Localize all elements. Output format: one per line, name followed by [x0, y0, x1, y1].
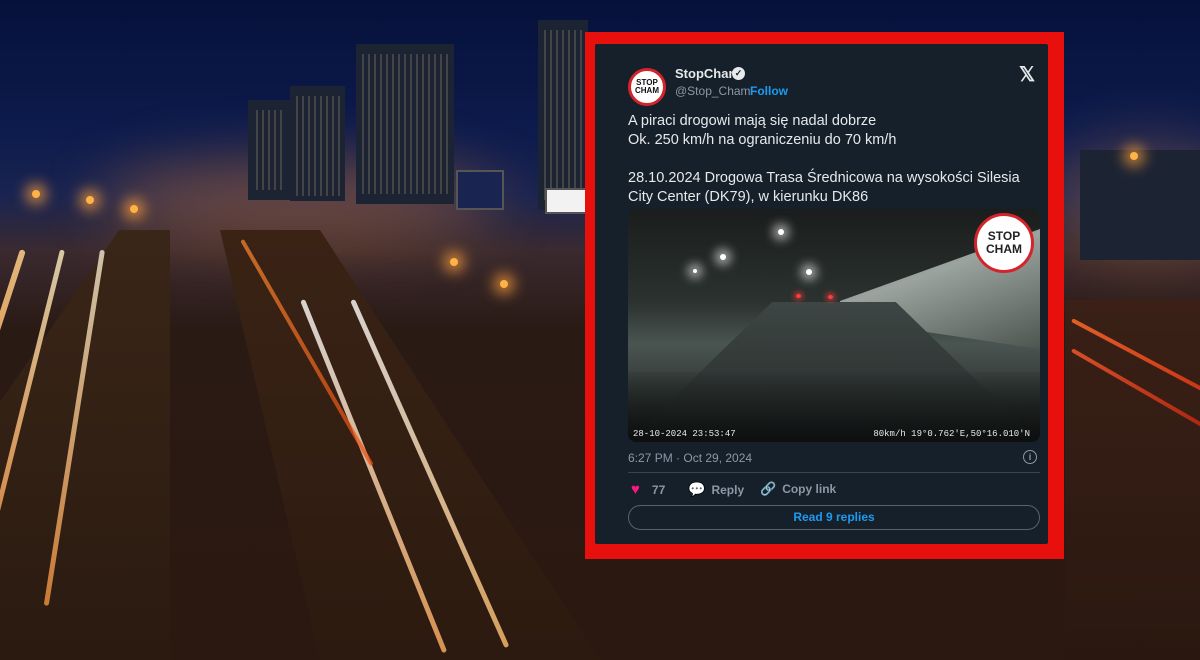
highway — [220, 230, 600, 660]
highway — [0, 230, 170, 660]
read-replies-button[interactable]: Read 9 replies — [628, 505, 1040, 530]
avatar[interactable]: STOP CHAM — [628, 68, 666, 106]
video-timestamp: 28-10-2024 23:53:47 — [633, 429, 736, 439]
tweet-video[interactable]: STOP CHAM 28-10-2024 23:53:47 80km/h 19°… — [628, 209, 1040, 442]
video-speed-coordinates: 80km/h 19°0.762'E,50°16.010'N — [873, 429, 1030, 439]
billboard — [456, 170, 504, 210]
reply-icon: 💬 — [688, 481, 706, 497]
author-handle[interactable]: @Stop_Cham · — [675, 84, 758, 98]
tweet-text: A piraci drogowi mają się nadal dobrze O… — [628, 113, 1020, 205]
video-watermark-logo: STOP CHAM — [974, 213, 1034, 273]
highlight-frame: STOP CHAM StopCham ✓ @Stop_Cham · Follow… — [585, 32, 1064, 559]
x-logo-icon[interactable]: 𝕏 — [1019, 62, 1035, 87]
avatar-logo-text: STOP CHAM — [635, 78, 659, 95]
tweet-timestamp[interactable]: 6:27 PM · Oct 29, 2024 — [628, 451, 752, 465]
copy-link-label: Copy link — [782, 482, 837, 496]
like-count: 77 — [651, 482, 666, 497]
copy-link-button[interactable]: 🔗 Copy link — [760, 481, 836, 497]
reply-button[interactable]: 💬 Reply — [688, 481, 744, 498]
follow-button[interactable]: Follow — [750, 84, 788, 98]
heart-icon: ♥ — [631, 481, 640, 498]
info-icon[interactable]: i — [1023, 450, 1037, 464]
building — [1080, 150, 1200, 260]
like-button[interactable]: ♥ 77 — [631, 481, 665, 498]
verified-badge-icon: ✓ — [732, 67, 745, 80]
author-name[interactable]: StopCham — [675, 66, 740, 81]
tweet-card: STOP CHAM StopCham ✓ @Stop_Cham · Follow… — [595, 44, 1048, 544]
billboard — [545, 188, 589, 214]
link-icon: 🔗 — [760, 481, 777, 496]
reply-label: Reply — [711, 482, 745, 497]
divider — [628, 472, 1040, 473]
